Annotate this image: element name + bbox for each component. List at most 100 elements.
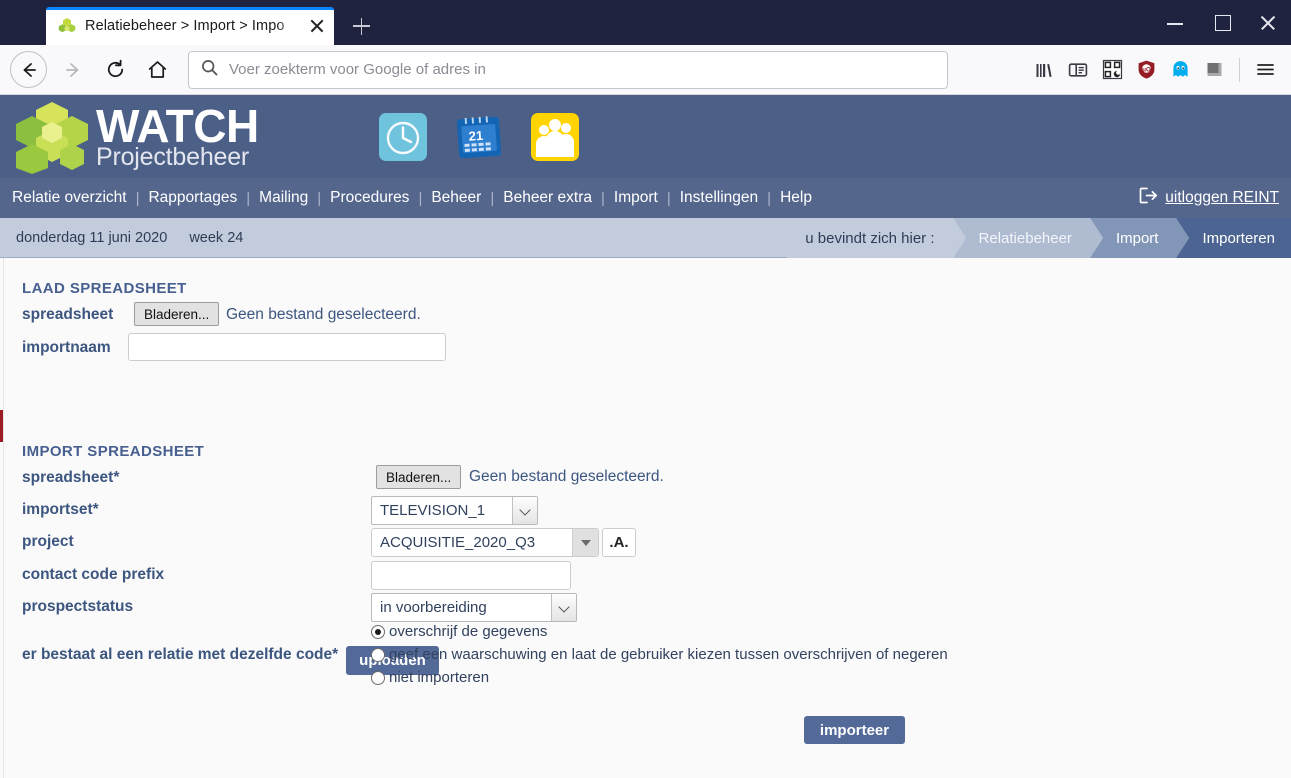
browser-toolbar-icons: uO	[1028, 54, 1281, 86]
radio-niet-importeren[interactable]	[371, 670, 385, 685]
menu-item-procedures[interactable]: Procedures	[330, 189, 409, 207]
breadcrumb: u bevindt zich hier : Relatiebeheer Impo…	[787, 218, 1291, 258]
svg-text:21: 21	[468, 127, 483, 143]
menu-item-relatie-overzicht[interactable]: Relatie overzicht	[12, 189, 127, 207]
tab-favicon-icon	[58, 17, 76, 35]
radio-label-overschrijf: overschrijf de gegevens	[389, 623, 548, 640]
forward-arrow-icon[interactable]	[52, 49, 94, 91]
maximize-icon[interactable]	[1199, 0, 1245, 45]
app-logo[interactable]: WATCH Projectbeheer	[10, 100, 259, 174]
app-logo-text: WATCH Projectbeheer	[96, 103, 259, 170]
qr-reader-icon[interactable]	[1096, 54, 1128, 86]
url-input[interactable]: Voer zoekterm voor Google of adres in	[229, 61, 486, 78]
menu-item-import[interactable]: Import	[614, 189, 658, 207]
app-header: WATCH Projectbeheer 21	[0, 95, 1291, 178]
library-icon[interactable]	[1028, 54, 1060, 86]
svg-text:uO: uO	[1142, 66, 1151, 73]
menu-item-mailing[interactable]: Mailing	[259, 189, 308, 207]
clock-icon[interactable]	[378, 112, 427, 161]
radio-label-waarschuwing: geef een waarschuwing en laat de gebruik…	[389, 646, 948, 663]
menu-item-help[interactable]: Help	[780, 189, 812, 207]
toolbar-divider	[1239, 57, 1240, 82]
new-tab-button[interactable]	[342, 7, 380, 45]
prospectstatus-value: in voorbereiding	[380, 599, 487, 616]
duplicate-option-row-1[interactable]: overschrijf de gegevens	[371, 623, 547, 640]
menu-separator: |	[490, 189, 495, 207]
prospectstatus-select[interactable]: in voorbereiding	[371, 593, 577, 622]
menu-separator: |	[135, 189, 140, 207]
chevron-down-icon	[512, 497, 537, 524]
back-arrow-icon[interactable]	[10, 51, 47, 88]
load-browse-button[interactable]: Bladeren...	[134, 302, 220, 326]
calendar-icon[interactable]: 21	[455, 113, 503, 161]
prospectstatus-label: prospectstatus	[22, 598, 134, 615]
radio-waarschuwing[interactable]	[371, 647, 385, 662]
menu-item-instellingen[interactable]: Instellingen	[680, 189, 758, 207]
ublock-origin-icon[interactable]: uO	[1130, 54, 1162, 86]
minimize-icon[interactable]	[1153, 0, 1199, 45]
people-icon[interactable]	[530, 112, 579, 161]
browser-window: Relatiebeheer > Import > Impo Voer zoekt…	[0, 0, 1291, 778]
import-section-title: IMPORT SPREADSHEET	[22, 443, 205, 460]
tab-close-icon[interactable]	[306, 15, 328, 37]
breadcrumb-item-relatiebeheer[interactable]: Relatiebeheer	[952, 218, 1104, 258]
menu-item-beheer[interactable]: Beheer	[431, 189, 481, 207]
project-value: ACQUISITIE_2020_Q3	[380, 534, 536, 551]
project-dropdown-arrow-icon[interactable]	[572, 529, 598, 556]
ghostery-icon[interactable]	[1164, 54, 1196, 86]
menu-item-rapportages[interactable]: Rapportages	[148, 189, 237, 207]
home-icon[interactable]	[136, 49, 178, 91]
import-browse-button[interactable]: Bladeren...	[376, 465, 462, 489]
window-controls	[1153, 0, 1291, 45]
logout-button[interactable]: uitloggen REINT	[1139, 187, 1279, 209]
current-week: week 24	[189, 229, 244, 246]
project-alpha-button[interactable]: .A.	[602, 528, 636, 557]
menu-separator: |	[767, 189, 772, 207]
page-content: LAAD SPREADSHEET spreadsheet Bladeren...…	[0, 258, 1291, 778]
browser-tab-active[interactable]: Relatiebeheer > Import > Impo	[46, 7, 334, 45]
importset-value: TELEVISION_1	[380, 502, 486, 519]
importnaam-label: importnaam	[22, 339, 111, 356]
browser-navbar: Voer zoekterm voor Google of adres in uO	[0, 45, 1291, 95]
current-date: donderdag 11 juni 2020	[16, 229, 168, 246]
app-subtitle: Projectbeheer	[96, 143, 250, 171]
reload-icon[interactable]	[94, 49, 136, 91]
extension-square-icon[interactable]	[1198, 54, 1230, 86]
duplicate-code-label: er bestaat al een relatie met dezelfde c…	[22, 646, 339, 663]
validation-marker	[0, 410, 3, 442]
search-icon	[201, 59, 218, 81]
importset-select[interactable]: TELEVISION_1	[371, 496, 538, 525]
chevron-down-icon	[551, 594, 576, 621]
importset-label: importset*	[22, 501, 99, 518]
breadcrumb-prefix: u bevindt zich hier :	[787, 218, 966, 258]
duplicate-option-row-3[interactable]: niet importeren	[371, 669, 489, 686]
radio-label-niet-importeren: niet importeren	[389, 669, 490, 686]
logout-label: uitloggen REINT	[1165, 189, 1279, 206]
app-menubar: Relatie overzicht | Rapportages | Mailin…	[0, 178, 1291, 218]
menu-item-beheer-extra[interactable]: Beheer extra	[503, 189, 592, 207]
status-breadcrumb-bar: donderdag 11 juni 2020 week 24 u bevindt…	[0, 218, 1291, 258]
import-button[interactable]: importeer	[804, 716, 905, 744]
content-left-rule	[3, 258, 4, 778]
menu-separator: |	[666, 189, 671, 207]
menu-separator: |	[418, 189, 423, 207]
hamburger-menu-icon[interactable]	[1249, 54, 1281, 86]
close-icon[interactable]	[1245, 0, 1291, 45]
project-combobox[interactable]: ACQUISITIE_2020_Q3	[371, 528, 599, 557]
browser-titlebar: Relatiebeheer > Import > Impo	[0, 0, 1291, 45]
load-no-file-text: Geen bestand geselecteerd.	[226, 306, 421, 323]
sidebar-icon[interactable]	[1062, 54, 1094, 86]
duplicate-option-row-2[interactable]: geef een waarschuwing en laat de gebruik…	[371, 646, 948, 663]
radio-overschrijf[interactable]	[371, 624, 385, 639]
load-section-title: LAAD SPREADSHEET	[22, 280, 187, 297]
load-spreadsheet-label: spreadsheet	[22, 306, 114, 323]
importnaam-input[interactable]	[128, 333, 446, 361]
url-bar[interactable]: Voer zoekterm voor Google of adres in	[188, 50, 948, 89]
menu-separator: |	[246, 189, 251, 207]
contact-code-prefix-label: contact code prefix	[22, 566, 165, 583]
breadcrumb-item-importeren[interactable]: Importeren	[1176, 218, 1291, 258]
app-header-icons: 21	[378, 112, 579, 161]
menu-separator: |	[317, 189, 322, 207]
watch-cluster-icon	[10, 100, 94, 174]
contact-code-prefix-input[interactable]	[371, 561, 571, 590]
